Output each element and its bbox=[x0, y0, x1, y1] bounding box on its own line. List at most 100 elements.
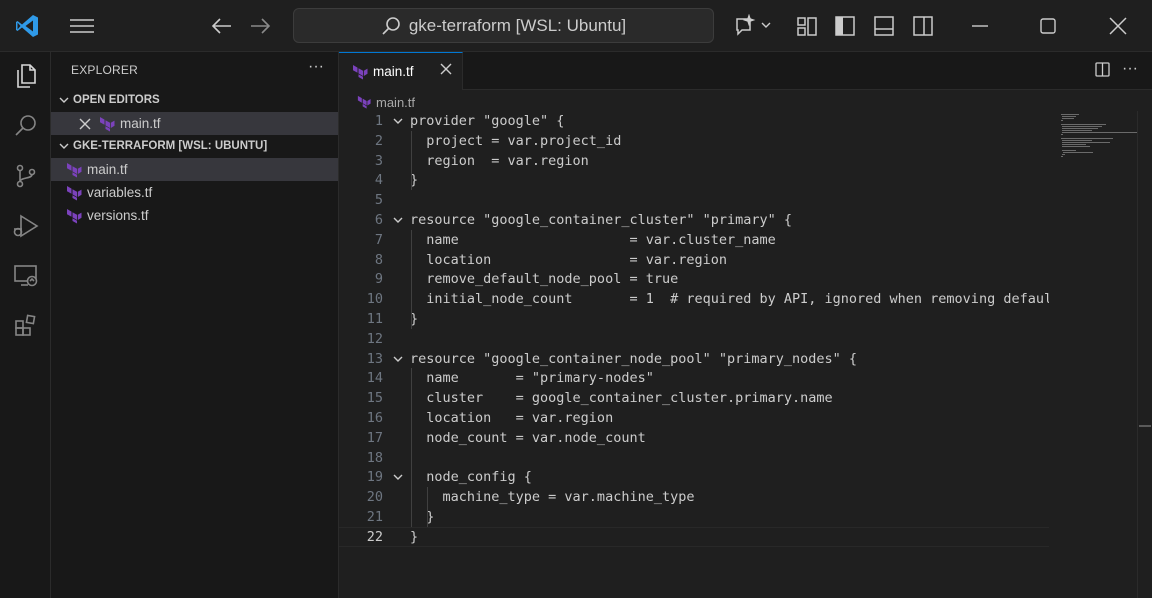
minimap-preview bbox=[1061, 114, 1137, 157]
line-number: 16 bbox=[366, 410, 383, 426]
line-number: 6 bbox=[374, 212, 383, 228]
breadcrumb-file: main.tf bbox=[376, 94, 416, 110]
split-editor-icon[interactable] bbox=[1095, 62, 1111, 78]
run-debug-icon[interactable] bbox=[0, 202, 51, 250]
close-tab-icon[interactable] bbox=[440, 62, 452, 80]
line-number: 10 bbox=[366, 291, 383, 308]
indent-guide bbox=[427, 487, 429, 527]
explorer-icon[interactable] bbox=[0, 52, 51, 100]
tab-main-tf[interactable]: main.tf bbox=[339, 52, 463, 90]
minimize-icon[interactable] bbox=[966, 13, 994, 39]
line-number: 20 bbox=[366, 489, 383, 506]
toggle-primary-sidebar-icon[interactable] bbox=[832, 13, 858, 39]
remote-explorer-icon[interactable] bbox=[0, 252, 51, 300]
breadcrumb[interactable]: main.tf bbox=[357, 92, 415, 112]
file-label: variables.tf bbox=[87, 185, 153, 200]
code-line[interactable]: 9 remove_default_node_pool = true bbox=[339, 269, 1049, 289]
terraform-file-icon bbox=[352, 64, 368, 80]
vertical-scrollbar[interactable] bbox=[1137, 111, 1151, 598]
code-text: resource "google_container_cluster" "pri… bbox=[410, 212, 793, 228]
code-text: name = var.cluster_name bbox=[410, 231, 776, 248]
code-line[interactable]: 13 resource "google_container_node_pool" … bbox=[339, 349, 1049, 369]
code-line[interactable]: 12 bbox=[339, 329, 1049, 349]
terraform-file-icon bbox=[66, 162, 82, 178]
forward-arrow-icon[interactable] bbox=[246, 14, 274, 38]
explorer-sidebar: EXPLORER ··· OPEN EDITORS main.tf GKE-TE… bbox=[51, 52, 339, 598]
terraform-file-icon bbox=[66, 185, 82, 201]
code-text: } bbox=[410, 528, 419, 545]
menu-icon[interactable] bbox=[67, 14, 97, 38]
line-number: 13 bbox=[366, 350, 383, 367]
code-line[interactable]: 6 resource "google_container_cluster" "pr… bbox=[339, 210, 1049, 230]
code-line[interactable]: 16 location = var.region bbox=[339, 408, 1049, 428]
file-label: versions.tf bbox=[87, 208, 149, 223]
copilot-icon[interactable] bbox=[731, 13, 759, 39]
code-line[interactable]: 8 location = var.region bbox=[339, 250, 1049, 270]
terraform-file-icon bbox=[357, 95, 371, 109]
close-editor-icon[interactable] bbox=[79, 118, 93, 130]
more-actions-icon[interactable]: ··· bbox=[308, 58, 324, 76]
code-line[interactable]: 18 bbox=[339, 448, 1049, 468]
open-editor-item[interactable]: main.tf bbox=[51, 112, 338, 135]
tab-bar: main.tf ··· bbox=[339, 52, 1152, 90]
open-editors-header[interactable]: OPEN EDITORS bbox=[51, 89, 338, 111]
code-line[interactable]: 19 node_config { bbox=[339, 467, 1049, 487]
search-icon[interactable] bbox=[0, 102, 51, 150]
toggle-secondary-sidebar-icon[interactable] bbox=[910, 13, 936, 39]
code-text: location = var.region bbox=[410, 410, 614, 426]
project-folder-header[interactable]: GKE-TERRAFORM [WSL: UBUNTU] bbox=[51, 135, 338, 157]
code-text: cluster = google_container_cluster.prima… bbox=[410, 390, 833, 407]
file-item-versions-tf[interactable]: versions.tf bbox=[51, 204, 338, 227]
file-item-variables-tf[interactable]: variables.tf bbox=[51, 181, 338, 204]
code-text: region = var.region bbox=[410, 152, 589, 169]
code-line[interactable]: 21 } bbox=[339, 507, 1049, 527]
fold-chevron-icon[interactable] bbox=[391, 213, 405, 227]
code-line[interactable]: 17 node_count = var.node_count bbox=[339, 428, 1049, 448]
code-line[interactable]: 4} bbox=[339, 170, 1049, 190]
code-line[interactable]: 2 project = var.project_id bbox=[339, 131, 1049, 151]
maximize-icon[interactable] bbox=[1034, 13, 1062, 39]
code-line[interactable]: 11} bbox=[339, 309, 1049, 329]
customize-layout-icon[interactable] bbox=[794, 13, 820, 39]
indent-guide bbox=[411, 229, 412, 329]
code-text: node_config { bbox=[410, 469, 532, 486]
line-number: 11 bbox=[366, 311, 383, 327]
code-line[interactable]: 14 name = "primary-nodes" bbox=[339, 368, 1049, 388]
line-number: 22 bbox=[366, 528, 383, 545]
source-control-icon[interactable] bbox=[0, 152, 51, 200]
code-line[interactable]: 5 bbox=[339, 190, 1049, 210]
terraform-file-icon bbox=[99, 116, 115, 132]
line-number: 4 bbox=[374, 172, 383, 189]
open-editor-label: main.tf bbox=[120, 116, 161, 131]
toggle-panel-icon[interactable] bbox=[871, 13, 897, 39]
search-icon bbox=[381, 16, 401, 36]
file-item-main-tf[interactable]: main.tf bbox=[51, 158, 338, 181]
minimap[interactable] bbox=[1049, 111, 1137, 598]
line-number: 8 bbox=[374, 251, 383, 268]
code-line[interactable]: 7 name = var.cluster_name bbox=[339, 230, 1049, 250]
sidebar-title: EXPLORER bbox=[71, 63, 138, 77]
line-number: 12 bbox=[366, 330, 383, 347]
chevron-down-icon bbox=[57, 97, 71, 104]
code-line[interactable]: 22} bbox=[339, 526, 1049, 547]
more-actions-icon[interactable]: ··· bbox=[1122, 60, 1138, 78]
code-line[interactable]: 3 region = var.region bbox=[339, 151, 1049, 171]
indent-guide bbox=[411, 368, 412, 527]
fold-chevron-icon[interactable] bbox=[391, 352, 405, 366]
command-center-search[interactable]: gke-terraform [WSL: Ubuntu] bbox=[293, 8, 714, 43]
fold-chevron-icon[interactable] bbox=[391, 114, 405, 128]
fold-chevron-icon[interactable] bbox=[391, 470, 405, 484]
code-line[interactable]: 15 cluster = google_container_cluster.pr… bbox=[339, 388, 1049, 408]
extensions-icon[interactable] bbox=[0, 302, 51, 350]
back-arrow-icon[interactable] bbox=[208, 14, 236, 38]
search-box-text: gke-terraform [WSL: Ubuntu] bbox=[408, 15, 627, 35]
close-icon[interactable] bbox=[1104, 13, 1132, 39]
indent-guide bbox=[411, 130, 412, 191]
code-line[interactable]: 20 machine_type = var.machine_type bbox=[339, 487, 1049, 507]
line-number: 5 bbox=[374, 192, 383, 209]
code-text: location = var.region bbox=[410, 251, 727, 268]
open-editors-label: OPEN EDITORS bbox=[73, 94, 160, 106]
code-line[interactable]: 10 initial_node_count = 1 # required by … bbox=[339, 289, 1060, 309]
chevron-down-icon[interactable] bbox=[760, 18, 772, 32]
code-line[interactable]: 1 provider "google" { bbox=[339, 111, 1049, 131]
